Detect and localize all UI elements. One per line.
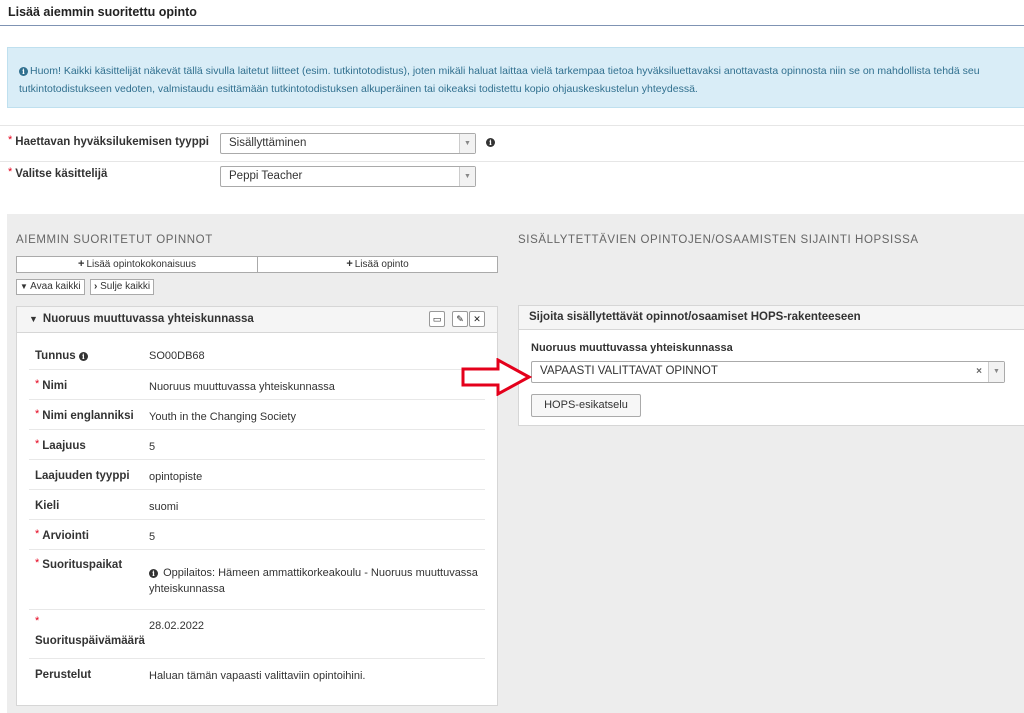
add-course-button[interactable]: + Lisää opinto xyxy=(257,256,498,273)
plus-icon: + xyxy=(78,258,85,270)
dropdown-caret-icon[interactable]: ▼ xyxy=(459,134,475,153)
detail-label: * Nimi xyxy=(35,378,68,392)
page-title: Lisää aiemmin suoritettu opinto xyxy=(8,5,197,19)
detail-value: 5 xyxy=(149,441,156,453)
placement-select[interactable]: VAPAASTI VALITTAVAT OPINNOT × ▼ xyxy=(531,361,1005,383)
info-circle-icon: i xyxy=(149,569,158,578)
detail-label: Kieli xyxy=(35,500,60,512)
plus-icon: + xyxy=(346,258,353,270)
detail-label: Perustelut xyxy=(35,669,92,681)
handler-label: * Valitse käsittelijä xyxy=(8,166,108,180)
course-card-title: ▼ Nuoruus muuttuvassa yhteiskunnassa xyxy=(29,313,254,325)
dropdown-caret-icon[interactable]: ▼ xyxy=(459,167,475,186)
required-mark: * xyxy=(35,615,40,627)
type-label-text: Haettavan hyväksilukemisen tyyppi xyxy=(15,136,209,148)
detail-row: * Arviointi 5 xyxy=(29,520,485,550)
course-card-header[interactable]: ▼ Nuoruus muuttuvassa yhteiskunnassa ▭ ✎ … xyxy=(17,307,497,333)
type-select[interactable]: Sisällyttäminen ▼ xyxy=(220,133,476,154)
detail-label-text: Suorituspäivämäärä xyxy=(35,635,145,647)
course-card: ▼ Nuoruus muuttuvassa yhteiskunnassa ▭ ✎ … xyxy=(16,306,498,706)
help-icon[interactable]: i xyxy=(486,138,495,147)
close-icon[interactable]: ✕ xyxy=(469,311,485,327)
detail-row: Tunnus i SO00DB68 xyxy=(29,337,485,370)
required-mark: * xyxy=(8,166,13,178)
detail-value-text: Oppilaitos: Hämeen ammattikorkeakoulu - … xyxy=(149,567,478,595)
chevron-down-icon: ▼ xyxy=(29,314,38,324)
handler-select-value: Peppi Teacher xyxy=(229,170,303,182)
required-mark: * xyxy=(35,378,40,390)
handler-row: * Valitse käsittelijä Peppi Teacher ▼ xyxy=(0,161,1024,197)
dropdown-caret-icon[interactable]: ▼ xyxy=(988,362,1004,382)
detail-row: * Suorituspäivämäärä 28.02.2022 xyxy=(29,610,485,659)
detail-label: * Suorituspäivämäärä xyxy=(35,614,145,650)
detail-label-text: Suorituspaikat xyxy=(42,559,123,571)
detail-label: * Suorituspaikat xyxy=(35,557,123,571)
type-select-value: Sisällyttäminen xyxy=(229,137,307,149)
hops-placement-box: Sijoita sisällytettävät opinnot/osaamise… xyxy=(518,305,1024,426)
chevron-right-icon: › xyxy=(94,281,98,292)
info-circle-icon: i xyxy=(19,67,28,76)
notice-text-1: Huom! Kaikki käsittelijät näkevät tällä … xyxy=(30,65,980,77)
detail-label-text: Arviointi xyxy=(42,530,89,542)
add-course-label: Lisää opinto xyxy=(354,259,409,270)
detail-row: Laajuuden tyyppi opintopiste xyxy=(29,460,485,490)
detail-label: * Nimi englanniksi xyxy=(35,408,134,422)
detail-value: Haluan tämän vapaasti valittaviin opinto… xyxy=(149,670,366,682)
chevron-down-icon: ▼ xyxy=(20,282,28,291)
required-mark: * xyxy=(35,528,40,540)
required-mark: * xyxy=(35,408,40,420)
close-all-button[interactable]: › Sulje kaikki xyxy=(90,279,155,295)
required-mark: * xyxy=(35,557,40,569)
detail-label-text: Nimi englanniksi xyxy=(42,410,134,422)
detail-value: 28.02.2022 xyxy=(149,620,205,632)
detail-label: Laajuuden tyyppi xyxy=(35,470,130,482)
pencil-icon[interactable]: ✎ xyxy=(452,311,468,327)
detail-label: Tunnus i xyxy=(35,350,88,362)
required-mark: * xyxy=(35,438,40,450)
notice-line-1: i Huom! Kaikki käsittelijät näkevät tällä… xyxy=(19,62,1024,80)
required-mark: * xyxy=(8,134,13,146)
open-all-button[interactable]: ▼ Avaa kaikki xyxy=(16,279,85,295)
detail-label-text: Laajuus xyxy=(42,440,86,452)
right-section-heading: SISÄLLYTETTÄVIEN OPINTOJEN/OSAAMISTEN SI… xyxy=(518,234,919,246)
type-label: * Haettavan hyväksilukemisen tyyppi xyxy=(8,134,209,148)
title-divider xyxy=(0,25,1024,26)
detail-label: * Arviointi xyxy=(35,528,89,542)
hops-preview-button[interactable]: HOPS-esikatselu xyxy=(531,394,641,417)
detail-row: * Nimi Nuoruus muuttuvassa yhteiskunnassa xyxy=(29,370,485,400)
detail-row: Kieli suomi xyxy=(29,490,485,520)
detail-value: Nuoruus muuttuvassa yhteiskunnassa xyxy=(149,381,335,393)
detail-value: i Oppilaitos: Hämeen ammattikorkeakoulu … xyxy=(149,565,485,597)
notice-line-2: tutkintotodistukseen vedoten, valmistaud… xyxy=(19,83,698,95)
detail-row: Perustelut Haluan tämän vapaasti valitta… xyxy=(29,659,485,693)
close-all-label: Sulje kaikki xyxy=(100,281,151,292)
left-section-heading: AIEMMIN SUORITETUT OPINNOT xyxy=(16,234,213,246)
detail-row: * Suorituspaikat i Oppilaitos: Hämeen amm… xyxy=(29,550,485,610)
help-icon[interactable]: i xyxy=(78,352,88,361)
folder-icon[interactable]: ▭ xyxy=(429,311,445,327)
handler-select[interactable]: Peppi Teacher ▼ xyxy=(220,166,476,187)
red-arrow-annotation xyxy=(461,358,532,396)
detail-label: * Laajuus xyxy=(35,438,86,452)
detail-label-text: Tunnus xyxy=(35,350,76,362)
detail-value: 5 xyxy=(149,531,156,543)
notice-box: i Huom! Kaikki käsittelijät näkevät tällä… xyxy=(7,47,1024,108)
type-row: * Haettavan hyväksilukemisen tyyppi Sisäl… xyxy=(0,125,1024,161)
course-card-title-text: Nuoruus muuttuvassa yhteiskunnassa xyxy=(42,313,254,325)
detail-row: * Nimi englanniksi Youth in the Changing … xyxy=(29,400,485,430)
hops-placement-title: Sijoita sisällytettävät opinnot/osaamise… xyxy=(519,306,1024,330)
add-module-label: Lisää opintokokonaisuus xyxy=(86,259,196,270)
detail-label-text: Nimi xyxy=(42,380,68,392)
open-all-label: Avaa kaikki xyxy=(30,281,81,292)
clear-x-icon[interactable]: × xyxy=(976,362,982,381)
handler-label-text: Valitse käsittelijä xyxy=(15,168,108,180)
placement-select-value: VAPAASTI VALITTAVAT OPINNOT xyxy=(540,365,718,377)
detail-row: * Laajuus 5 xyxy=(29,430,485,460)
add-module-button[interactable]: + Lisää opintokokonaisuus xyxy=(16,256,258,273)
placement-course-label: Nuoruus muuttuvassa yhteiskunnassa xyxy=(531,342,733,354)
detail-value: suomi xyxy=(149,501,179,513)
detail-value: Youth in the Changing Society xyxy=(149,411,296,423)
detail-value: SO00DB68 xyxy=(149,350,205,362)
detail-value: opintopiste xyxy=(149,471,203,483)
